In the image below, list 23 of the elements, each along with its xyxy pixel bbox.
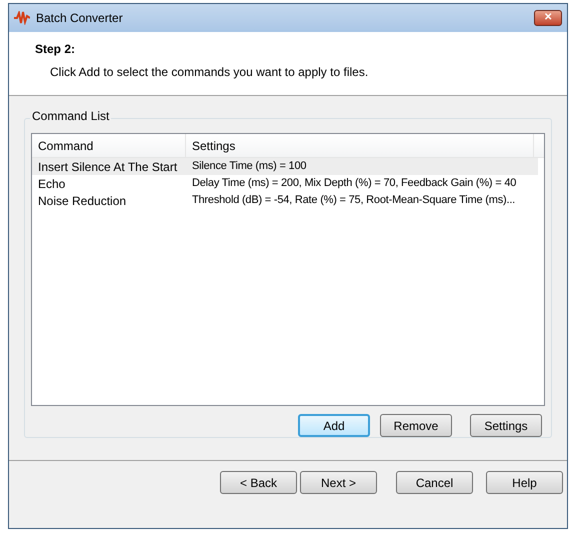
column-header[interactable]: Command xyxy=(32,134,186,157)
instruction-text: Click Add to select the commands you want to apply to files. xyxy=(50,64,370,81)
dialog-button[interactable]: Help xyxy=(486,471,563,494)
command-name: Insert Silence At The Start xyxy=(37,158,178,176)
waveform-logo-icon xyxy=(14,11,30,25)
command-settings: Threshold (dB) = -54, Rate (%) = 75, Root-Mean-Square Time (ms)... xyxy=(191,193,516,208)
command-name: Noise Reduction xyxy=(37,192,128,210)
step-heading: Step 2: xyxy=(35,41,76,58)
dialog-button[interactable]: Add xyxy=(298,414,370,437)
command-row[interactable]: Noise Reduction Threshold (dB) = -54, Rate (%) = 75, Root-Mean-Square Time (ms)... xyxy=(32,192,538,209)
dialog-button[interactable]: Settings xyxy=(470,414,542,437)
dialog-button[interactable]: Next > xyxy=(300,471,377,494)
dialog-button[interactable]: < Back xyxy=(220,471,297,494)
window-title: Batch Converter xyxy=(36,10,123,27)
command-settings: Delay Time (ms) = 200, Mix Depth (%) = 70, Feedback Gain (%) = 40 xyxy=(191,176,518,192)
column-header[interactable]: Settings xyxy=(186,134,534,157)
dialog-button[interactable]: Remove xyxy=(380,414,452,437)
command-row[interactable]: Echo Delay Time (ms) = 200, Mix Depth (%) = 70, Feedback Gain (%) = 40 xyxy=(32,175,538,192)
group-title: Command List xyxy=(30,110,112,122)
dialog-button[interactable]: Cancel xyxy=(396,471,473,494)
command-settings: Silence Time (ms) = 100 xyxy=(191,159,308,174)
command-name: Echo xyxy=(37,176,66,192)
command-row[interactable]: Insert Silence At The Start Silence Time (ms) = 100 xyxy=(32,158,538,175)
